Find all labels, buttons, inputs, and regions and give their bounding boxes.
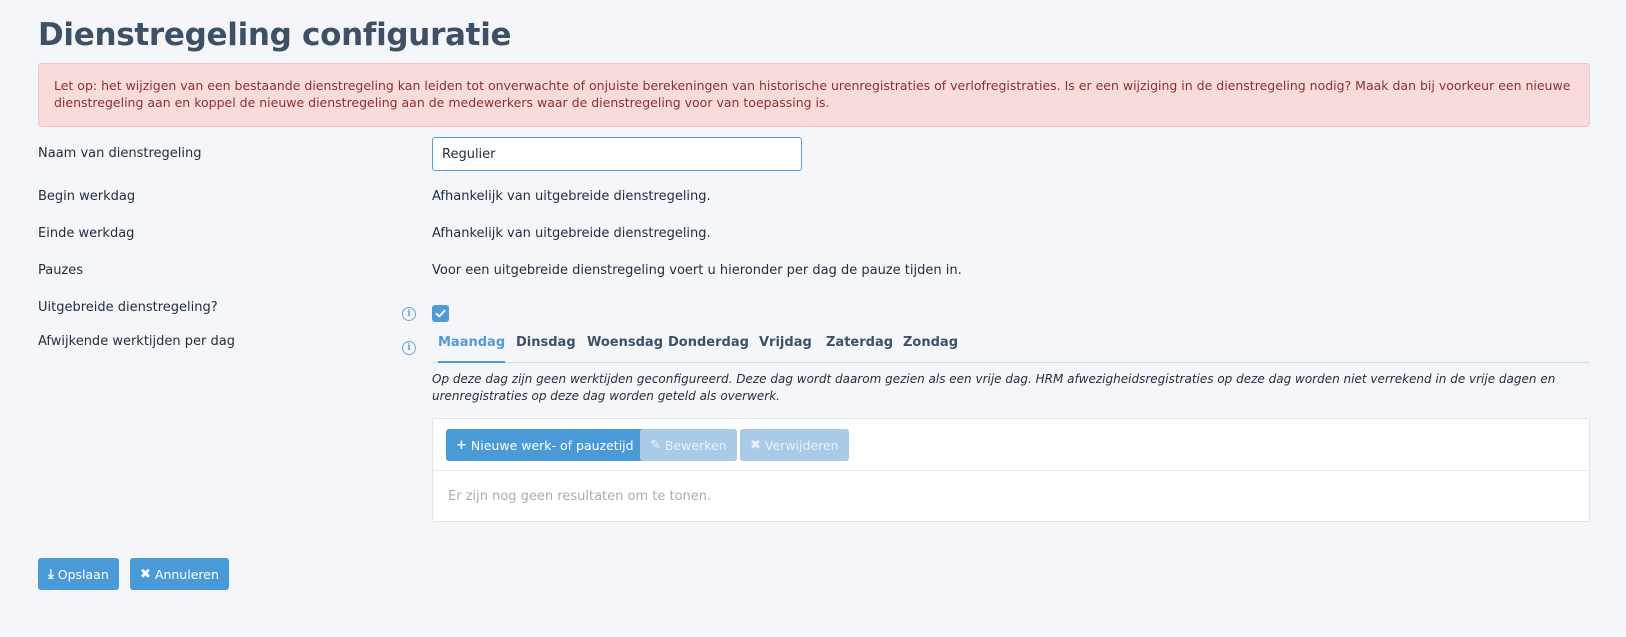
begin-workday-label: Begin werkdag — [38, 189, 136, 204]
check-icon — [435, 309, 446, 318]
day-note: Op deze dag zijn geen werktijden geconfi… — [432, 372, 1556, 403]
name-label: Naam van dienstregeling — [38, 146, 202, 161]
extended-schedule-label: Uitgebreide dienstregeling? — [38, 300, 218, 315]
end-workday-label: Einde werkdag — [38, 226, 135, 241]
tab-dinsdag[interactable]: Dinsdag — [516, 335, 576, 361]
tab-vrijdag[interactable]: Vrijdag — [759, 335, 812, 361]
info-icon[interactable]: i — [402, 341, 416, 355]
page-title: Dienstregeling configuratie — [38, 17, 512, 53]
extended-schedule-checkbox[interactable] — [432, 305, 449, 322]
plus-icon: + — [456, 437, 467, 453]
edit-button[interactable]: ✎ Bewerken — [640, 429, 737, 461]
breaks-value: Voor een uitgebreide dienstregeling voer… — [432, 263, 962, 278]
close-icon: ✖ — [750, 437, 761, 453]
panel-divider — [433, 470, 1589, 471]
day-tabs: Maandag Dinsdag Woensdag Donderdag Vrijd… — [432, 335, 1590, 363]
tab-maandag[interactable]: Maandag — [438, 335, 506, 363]
end-workday-value: Afhankelijk van uitgebreide dienstregeli… — [432, 226, 711, 241]
deviating-hours-label: Afwijkende werktijden per dag — [38, 334, 235, 349]
tab-donderdag[interactable]: Donderdag — [668, 335, 749, 361]
tab-zondag[interactable]: Zondag — [903, 335, 958, 361]
info-icon[interactable]: i — [402, 307, 416, 321]
work-times-panel: + Nieuwe werk- of pauzetijd ✎ Bewerken ✖… — [432, 418, 1590, 522]
cancel-label: Annuleren — [154, 566, 219, 582]
tab-woensdag[interactable]: Woensdag — [587, 335, 663, 361]
warning-alert: Let op: het wijzigen van een bestaande d… — [38, 63, 1590, 127]
tab-zaterdag[interactable]: Zaterdag — [826, 335, 893, 361]
download-icon: ⤓ — [48, 566, 54, 582]
new-work-or-break-label: Nieuwe werk- of pauzetijd — [470, 437, 634, 453]
empty-results-text: Er zijn nog geen resultaten om te tonen. — [448, 489, 712, 504]
breaks-label: Pauzes — [38, 263, 84, 278]
save-button[interactable]: ⤓ Opslaan — [38, 558, 119, 590]
schedule-name-input[interactable] — [432, 137, 802, 171]
delete-button[interactable]: ✖ Verwijderen — [740, 429, 849, 461]
close-icon: ✖ — [140, 566, 151, 582]
begin-workday-value: Afhankelijk van uitgebreide dienstregeli… — [432, 189, 711, 204]
delete-label: Verwijderen — [764, 437, 839, 453]
cancel-button[interactable]: ✖ Annuleren — [130, 558, 229, 590]
edit-label: Bewerken — [664, 437, 727, 453]
edit-icon: ✎ — [650, 437, 661, 453]
save-label: Opslaan — [57, 566, 109, 582]
new-work-or-break-button[interactable]: + Nieuwe werk- of pauzetijd — [446, 429, 644, 461]
